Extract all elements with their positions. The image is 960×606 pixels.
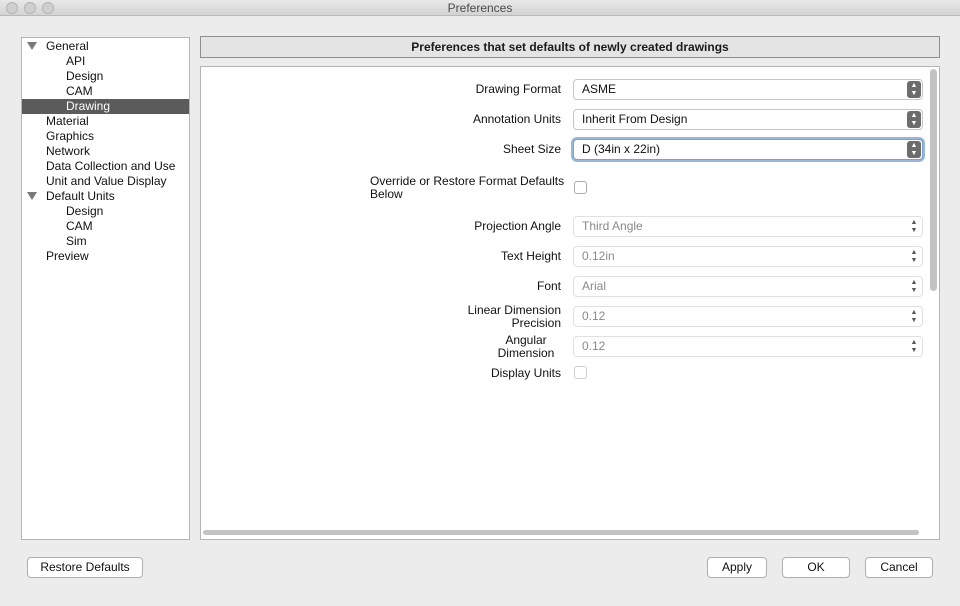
- sheet-size-label: Sheet Size: [502, 142, 561, 156]
- annotation-units-select[interactable]: Inherit From Design ▲ ▼: [573, 109, 923, 130]
- tree-item-label: Design: [66, 204, 104, 218]
- angular-precision-value: 0.12: [582, 339, 606, 353]
- linear-precision-value: 0.12: [582, 309, 606, 323]
- apply-button[interactable]: Apply: [707, 557, 767, 578]
- tree-item-graphics[interactable]: Graphics: [22, 129, 189, 144]
- tree-item-label: General: [46, 39, 89, 53]
- tree-item-label: Preview: [46, 249, 89, 263]
- projection-angle-label: Projection Angle: [474, 219, 561, 233]
- tree-item-default-units-cam[interactable]: CAM: [22, 219, 189, 234]
- tree-item-label: Unit and Value Display: [46, 174, 167, 188]
- font-select[interactable]: Arial ▲ ▼: [573, 276, 923, 297]
- text-height-select[interactable]: 0.12in ▲ ▼: [573, 246, 923, 267]
- tree-item-label: CAM: [66, 84, 93, 98]
- tree-item-default-units[interactable]: Default Units: [22, 189, 189, 204]
- font-label: Font: [536, 279, 561, 293]
- tree-item-label: CAM: [66, 219, 93, 233]
- override-label-line2: Below: [370, 187, 403, 201]
- up-down-chevron-icon: ▲ ▼: [907, 248, 921, 265]
- angular-precision-label: Angular Dimension: [491, 334, 561, 357]
- settings-panel[interactable]: Drawing Format ASME ▲ ▼ Annotation Units …: [200, 66, 940, 540]
- tree-item-preview[interactable]: Preview: [22, 249, 189, 264]
- section-header: Preferences that set defaults of newly c…: [200, 36, 940, 58]
- tree-item-api[interactable]: API: [22, 54, 189, 69]
- tree-item-label: Sim: [66, 234, 87, 248]
- override-label: Override or Restore Format Defaults Belo…: [370, 175, 564, 201]
- tree-item-default-units-design[interactable]: Design: [22, 204, 189, 219]
- up-down-chevron-icon: ▲ ▼: [907, 218, 921, 235]
- sheet-size-select[interactable]: D (34in x 22in) ▲ ▼: [573, 139, 923, 160]
- display-units-label: Display Units: [490, 366, 561, 380]
- projection-angle-select[interactable]: Third Angle ▲ ▼: [573, 216, 923, 237]
- tree-item-label: Design: [66, 69, 104, 83]
- text-height-label: Text Height: [500, 249, 561, 263]
- linear-precision-label: Linear Dimension Precision: [468, 304, 561, 327]
- tree-item-network[interactable]: Network: [22, 144, 189, 159]
- ok-button[interactable]: OK: [782, 557, 850, 578]
- annotation-units-value: Inherit From Design: [582, 112, 688, 126]
- tree-item-cam[interactable]: CAM: [22, 84, 189, 99]
- restore-defaults-button[interactable]: Restore Defaults: [27, 557, 143, 578]
- horizontal-scrollbar[interactable]: [203, 530, 919, 535]
- tree-item-label: Network: [46, 144, 91, 158]
- up-down-chevron-icon: ▲ ▼: [907, 141, 921, 158]
- up-down-chevron-icon: ▲ ▼: [907, 278, 921, 295]
- up-down-chevron-icon: ▲ ▼: [907, 111, 921, 128]
- tree-item-label: Material: [46, 114, 89, 128]
- tree-item-general[interactable]: General: [22, 39, 189, 54]
- linear-precision-select[interactable]: 0.12 ▲ ▼: [573, 306, 923, 327]
- tree-item-label: Graphics: [46, 129, 95, 143]
- drawing-format-select[interactable]: ASME ▲ ▼: [573, 79, 923, 100]
- sheet-size-value: D (34in x 22in): [582, 142, 661, 156]
- title-bar: Preferences: [0, 0, 960, 16]
- up-down-chevron-icon: ▲ ▼: [907, 338, 921, 355]
- angular-precision-select[interactable]: 0.12 ▲ ▼: [573, 336, 923, 357]
- disclosure-triangle-icon[interactable]: [27, 42, 37, 50]
- drawing-format-value: ASME: [582, 82, 617, 96]
- override-checkbox[interactable]: [574, 181, 587, 194]
- tree-item-design[interactable]: Design: [22, 69, 189, 84]
- tree-item-data-collection[interactable]: Data Collection and Use: [22, 159, 189, 174]
- disclosure-triangle-icon[interactable]: [27, 192, 37, 200]
- projection-angle-value: Third Angle: [582, 219, 643, 233]
- angular-precision-label-line2: Dimension: [497, 346, 555, 358]
- vertical-scrollbar[interactable]: [930, 69, 937, 291]
- up-down-chevron-icon: ▲ ▼: [907, 81, 921, 98]
- font-value: Arial: [582, 279, 607, 293]
- tree-item-default-units-sim[interactable]: Sim: [22, 234, 189, 249]
- tree-item-material[interactable]: Material: [22, 114, 189, 129]
- tree-item-label: Data Collection and Use: [46, 159, 176, 173]
- window-title: Preferences: [447, 1, 513, 15]
- cancel-button[interactable]: Cancel: [865, 557, 933, 578]
- annotation-units-label: Annotation Units: [472, 112, 561, 126]
- tree-item-label: API: [66, 54, 86, 68]
- text-height-value: 0.12in: [582, 249, 615, 263]
- tree-item-label: Default Units: [46, 189, 115, 203]
- up-down-chevron-icon: ▲ ▼: [907, 308, 921, 325]
- preferences-tree[interactable]: General API Design CAM Drawing Material …: [21, 37, 190, 540]
- tree-item-label: Drawing: [66, 99, 111, 113]
- display-units-checkbox[interactable]: [574, 366, 587, 379]
- drawing-format-label: Drawing Format: [475, 82, 561, 96]
- tree-item-drawing[interactable]: Drawing: [22, 99, 189, 114]
- tree-item-unit-value-display[interactable]: Unit and Value Display: [22, 174, 189, 189]
- linear-precision-label-line2: Precision: [511, 316, 561, 328]
